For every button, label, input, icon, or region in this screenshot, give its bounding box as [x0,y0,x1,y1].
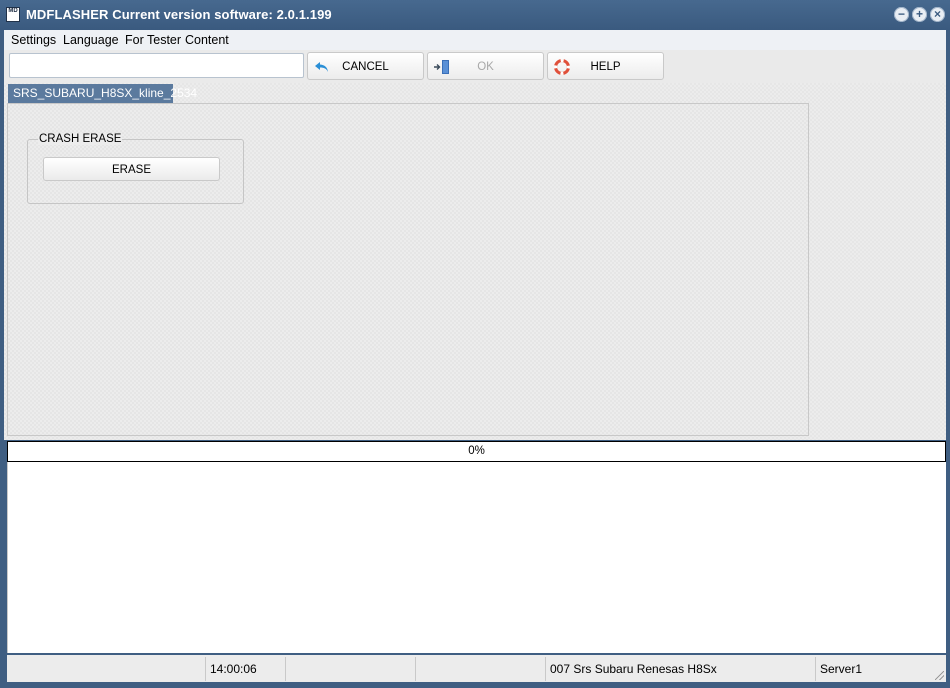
menu-content[interactable]: Content [185,33,229,47]
crash-erase-title: CRASH ERASE [38,133,123,145]
progress-text: 0% [468,445,485,457]
progress-bar: 0% [7,441,946,462]
status-segment [7,657,206,681]
minimize-icon[interactable]: − [894,7,909,22]
status-segment [416,657,546,681]
toolbar: CANCEL OK HELP [4,50,946,83]
tab-panel: CRASH ERASE ERASE [7,103,809,436]
cancel-button[interactable]: CANCEL [307,52,424,80]
menu-bar: Settings Language For Tester Content [4,30,946,50]
crash-erase-group: CRASH ERASE ERASE [27,133,244,204]
cancel-label: CANCEL [342,61,389,73]
window-title: MDFLASHER Current version software: 2.0.… [26,7,332,22]
content-area: SRS_SUBARU_H8SX_kline_2534 CRASH ERASE E… [4,83,946,440]
help-label: HELP [590,61,621,73]
status-ecu-name: 007 Srs Subaru Renesas H8Sx [546,657,816,681]
menu-for-tester[interactable]: For Tester [125,33,181,47]
menu-settings[interactable]: Settings [11,33,56,47]
status-server: Server1 [820,662,863,676]
menu-language[interactable]: Language [63,33,119,47]
status-bar: 14:00:06 007 Srs Subaru Renesas H8Sx Ser… [7,655,946,682]
maximize-icon[interactable]: + [912,7,927,22]
erase-button[interactable]: ERASE [43,157,220,181]
app-window: MD MDFLASHER Current version software: 2… [0,0,950,688]
command-input[interactable] [9,53,304,78]
resize-grip-icon[interactable] [935,671,944,680]
ok-label: OK [477,61,494,73]
help-button[interactable]: HELP [547,52,664,80]
title-bar[interactable]: MD MDFLASHER Current version software: 2… [0,0,950,30]
app-logo-icon: MD [6,7,20,22]
log-area[interactable] [7,462,946,653]
tab-srs-subaru[interactable]: SRS_SUBARU_H8SX_kline_2534 [8,84,197,103]
ok-button[interactable]: OK [427,52,544,80]
status-segment [286,657,416,681]
close-icon[interactable]: × [930,7,945,22]
status-time: 14:00:06 [206,657,286,681]
